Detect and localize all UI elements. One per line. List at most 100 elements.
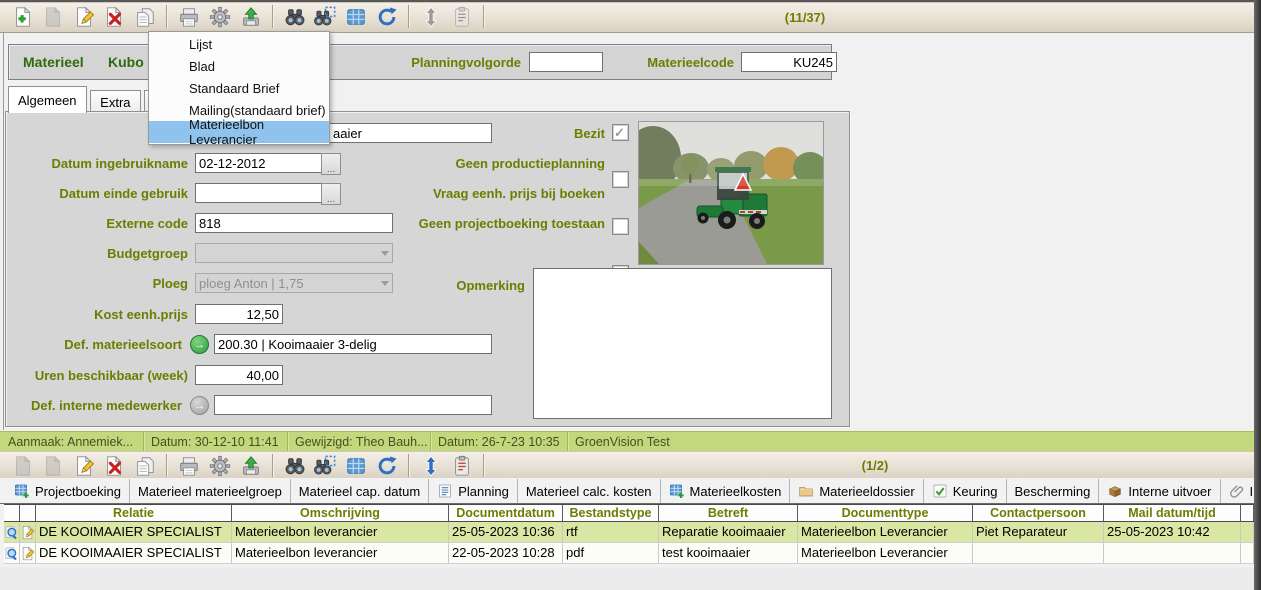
chevron-down-icon — [381, 251, 389, 256]
settings-gear-button[interactable] — [206, 453, 233, 478]
edit-record-button[interactable] — [70, 4, 97, 29]
toolbar-separator — [483, 454, 485, 477]
edit-document-icon[interactable] — [20, 543, 36, 564]
delete-record-button[interactable] — [101, 453, 128, 478]
sort-updown-button[interactable] — [417, 453, 444, 478]
preview-magnifier-icon[interactable] — [4, 543, 20, 564]
tab-interne-uitvoer[interactable]: Interne uitvoer — [1099, 479, 1220, 503]
def-interne-medewerker-input[interactable] — [214, 395, 492, 415]
opmerking-textarea[interactable] — [533, 268, 832, 419]
main-toolbar: (11/37) — [0, 2, 1254, 33]
col-header-relatie[interactable]: Relatie — [36, 504, 232, 522]
new-record-button[interactable] — [9, 4, 36, 29]
grid-view-button[interactable] — [343, 453, 370, 478]
print-button[interactable] — [176, 4, 203, 29]
refresh-button[interactable] — [373, 453, 400, 478]
planningvolgorde-input[interactable] — [529, 52, 603, 72]
preview-magnifier-icon[interactable] — [4, 522, 20, 543]
table-header-icon-col — [20, 504, 36, 522]
geen-productieplanning-checkbox[interactable]: ✓ — [612, 171, 629, 188]
page-lines-icon — [437, 483, 453, 499]
toolbar-separator — [408, 454, 410, 477]
clipboard-button[interactable] — [448, 453, 475, 478]
def-interne-medewerker-label: Def. interne medewerker — [0, 398, 182, 413]
copy-record-button[interactable] — [132, 453, 159, 478]
settings-gear-button[interactable] — [206, 4, 233, 29]
tab-materieeldossier[interactable]: Materieeldossier — [790, 479, 923, 503]
def-materieelsoort-goto-button[interactable]: → — [190, 335, 209, 354]
copy-record-button[interactable] — [132, 4, 159, 29]
materieelcode-input[interactable]: KU245 — [741, 52, 837, 72]
tab-keuring[interactable]: Keuring — [924, 479, 1007, 503]
tab-bescherming[interactable]: Bescherming — [1007, 479, 1100, 503]
tab-materieel-calc-kosten[interactable]: Materieel calc. kosten — [518, 479, 661, 503]
blank-record-button[interactable] — [40, 453, 67, 478]
export-button[interactable] — [237, 4, 264, 29]
clipboard-button[interactable] — [448, 4, 475, 29]
blank-record-button[interactable] — [40, 4, 67, 29]
search-selection-button[interactable] — [312, 4, 339, 29]
def-materieelsoort-input[interactable]: 200.30 | Kooimaaier 3-delig — [214, 334, 492, 354]
tab-materieel-materieelgroep[interactable]: Materieel materieelgroep — [130, 479, 291, 503]
col-header-omschrijving[interactable]: Omschrijving — [232, 504, 449, 522]
search-binoculars-button[interactable] — [281, 453, 308, 478]
datum-einde-gebruik-browse-button[interactable]: ... — [321, 183, 341, 205]
search-selection-button[interactable] — [312, 453, 339, 478]
grid-view-button[interactable] — [343, 4, 370, 29]
print-button[interactable] — [176, 453, 203, 478]
def-materieelsoort-label: Def. materieelsoort — [0, 337, 182, 352]
cell-documenttype: Materieelbon Leverancier — [798, 543, 973, 564]
delete-record-button[interactable] — [101, 4, 128, 29]
tab-planning[interactable]: Planning — [429, 479, 518, 503]
status-datum-aanmaak: Datum: 30-12-10 11:41 — [151, 435, 279, 449]
status-separator — [430, 432, 432, 451]
cell-relatie: DE KOOIMAAIER SPECIALIST — [36, 522, 232, 543]
cell-documentdatum: 22-05-2023 10:28 — [449, 543, 563, 564]
datum-ingebruikname-browse-button[interactable]: ... — [321, 153, 341, 175]
table-header-filler — [1241, 504, 1254, 522]
grid-plus-icon — [14, 483, 30, 499]
col-header-contactpersoon[interactable]: Contactpersoon — [973, 504, 1104, 522]
datum-ingebruikname-input[interactable]: 02-12-2012 — [195, 153, 327, 173]
ploeg-label: Ploeg — [0, 276, 188, 291]
vraag-eenh-prijs-checkbox[interactable]: ✓ — [612, 218, 629, 235]
uren-beschikbaar-label: Uren beschikbaar (week) — [0, 368, 188, 383]
kost-eenh-prijs-input[interactable]: 12,50 — [195, 304, 283, 324]
status-aanmaak: Aanmaak: Annemiek... — [8, 435, 133, 449]
col-header-mail-datum-tijd[interactable]: Mail datum/tijd — [1104, 504, 1241, 522]
def-interne-medewerker-goto-button[interactable]: → — [190, 396, 209, 415]
menu-item-materieelbon-leverancier[interactable]: Materieelbon Leverancier — [149, 121, 329, 143]
tab-extra[interactable]: Extra — [90, 90, 140, 113]
bezit-label: Bezit — [420, 126, 605, 141]
ploeg-select[interactable]: ploeg Anton | 1,75 — [195, 273, 393, 293]
tab-projectboeking[interactable]: Projectboeking — [6, 479, 130, 503]
folder-icon — [798, 483, 814, 499]
tab-algemeen[interactable]: Algemeen — [8, 86, 87, 113]
col-header-betreft[interactable]: Betreft — [659, 504, 798, 522]
edit-document-icon[interactable] — [20, 522, 36, 543]
menu-item-standaard-brief[interactable]: Standaard Brief — [149, 77, 329, 99]
sort-updown-button[interactable] — [417, 4, 444, 29]
budgetgroep-select[interactable] — [195, 243, 393, 263]
externe-code-input[interactable]: 818 — [195, 213, 393, 233]
col-header-bestandstype[interactable]: Bestandstype — [563, 504, 659, 522]
uren-beschikbaar-input[interactable]: 40,00 — [195, 365, 283, 385]
kost-eenh-prijs-label: Kost eenh.prijs — [0, 307, 188, 322]
export-button[interactable] — [237, 453, 264, 478]
refresh-button[interactable] — [373, 4, 400, 29]
col-header-documenttype[interactable]: Documenttype — [798, 504, 973, 522]
bezit-checkbox[interactable]: ✓ — [612, 124, 629, 141]
tab-materieel-cap-datum[interactable]: Materieel cap. datum — [291, 479, 429, 503]
new-record-button[interactable] — [9, 453, 36, 478]
cell-betreft: Reparatie kooimaaier — [659, 522, 798, 543]
menu-item-blad[interactable]: Blad — [149, 55, 329, 77]
tab-materieelkosten[interactable]: Materieelkosten — [661, 479, 791, 503]
datum-einde-gebruik-input[interactable] — [195, 183, 327, 203]
mower-photo-illustration — [639, 122, 823, 264]
datum-einde-gebruik-label: Datum einde gebruik — [0, 186, 188, 201]
vraag-eenh-prijs-label: Vraag eenh. prijs bij boeken — [400, 186, 605, 201]
search-binoculars-button[interactable] — [281, 4, 308, 29]
menu-item-lijst[interactable]: Lijst — [149, 33, 329, 55]
col-header-documentdatum[interactable]: Documentdatum — [449, 504, 563, 522]
edit-record-button[interactable] — [70, 453, 97, 478]
